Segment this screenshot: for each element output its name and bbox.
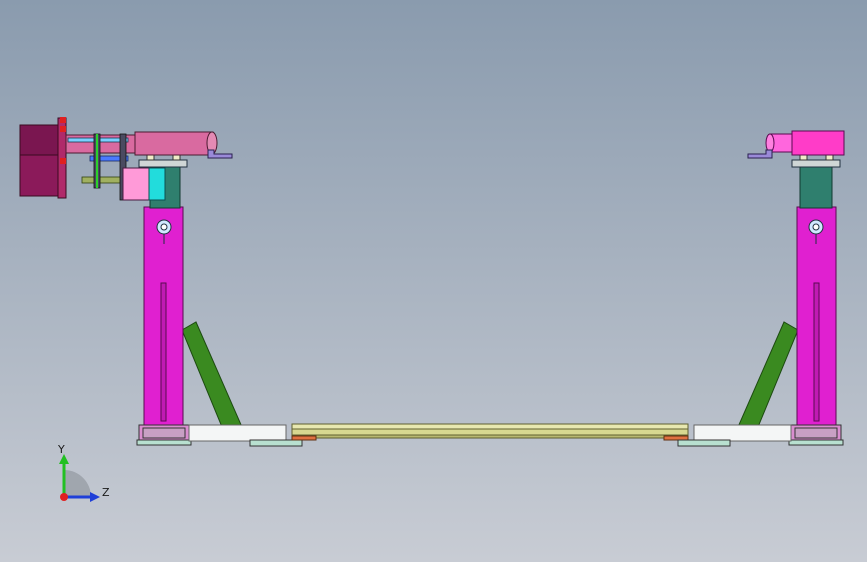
left-base-plate [136,439,192,446]
right-teal-block [799,165,833,209]
right-base-plate [788,439,844,446]
left-top-plate [138,159,188,168]
assembly-model[interactable] [0,0,867,562]
beam-left-end [291,435,317,441]
left-motor-top [19,124,62,156]
right-diagonal-brace [737,321,799,428]
right-post-slot [813,282,820,422]
left-post-slot [160,282,167,422]
right-skid [693,424,792,442]
left-cylinder-barrel [134,131,214,156]
right-actuator-assembly[interactable] [747,130,845,159]
center-beam[interactable] [291,423,689,441]
left-green-rod [96,134,98,188]
left-actuator-assembly[interactable] [19,117,233,201]
left-base-inner [142,427,186,439]
left-red-fitting-3 [60,158,66,164]
left-diagonal-brace [181,321,243,428]
z-axis-label: Z [102,486,110,499]
origin-dot [60,493,68,501]
right-cylinder-barrel [791,130,845,156]
z-arrow-head [90,492,100,502]
right-cylinder-end [765,133,775,153]
beam-top [291,423,689,430]
right-base-inner [794,427,838,439]
right-support-stand[interactable] [677,149,844,447]
left-pink-block [122,167,150,201]
triad-quadrant [64,470,91,497]
left-pivot-pin [160,223,168,231]
beam-bottom [291,434,689,439]
left-skid [188,424,287,442]
left-rod-bracket [207,149,233,159]
beam-right-end [663,435,689,441]
right-rod-bracket [747,149,773,159]
left-cyan-block [148,167,166,201]
cad-viewport[interactable]: Y Z [0,0,867,562]
left-skid-foot [249,439,303,447]
right-pivot-pin [812,223,820,231]
y-axis-label: Y [58,443,65,456]
left-red-fitting-1 [60,117,66,123]
right-skid-foot [677,439,731,447]
right-top-plate [791,159,841,168]
beam-middle [291,428,689,436]
left-red-fitting-2 [60,126,66,132]
